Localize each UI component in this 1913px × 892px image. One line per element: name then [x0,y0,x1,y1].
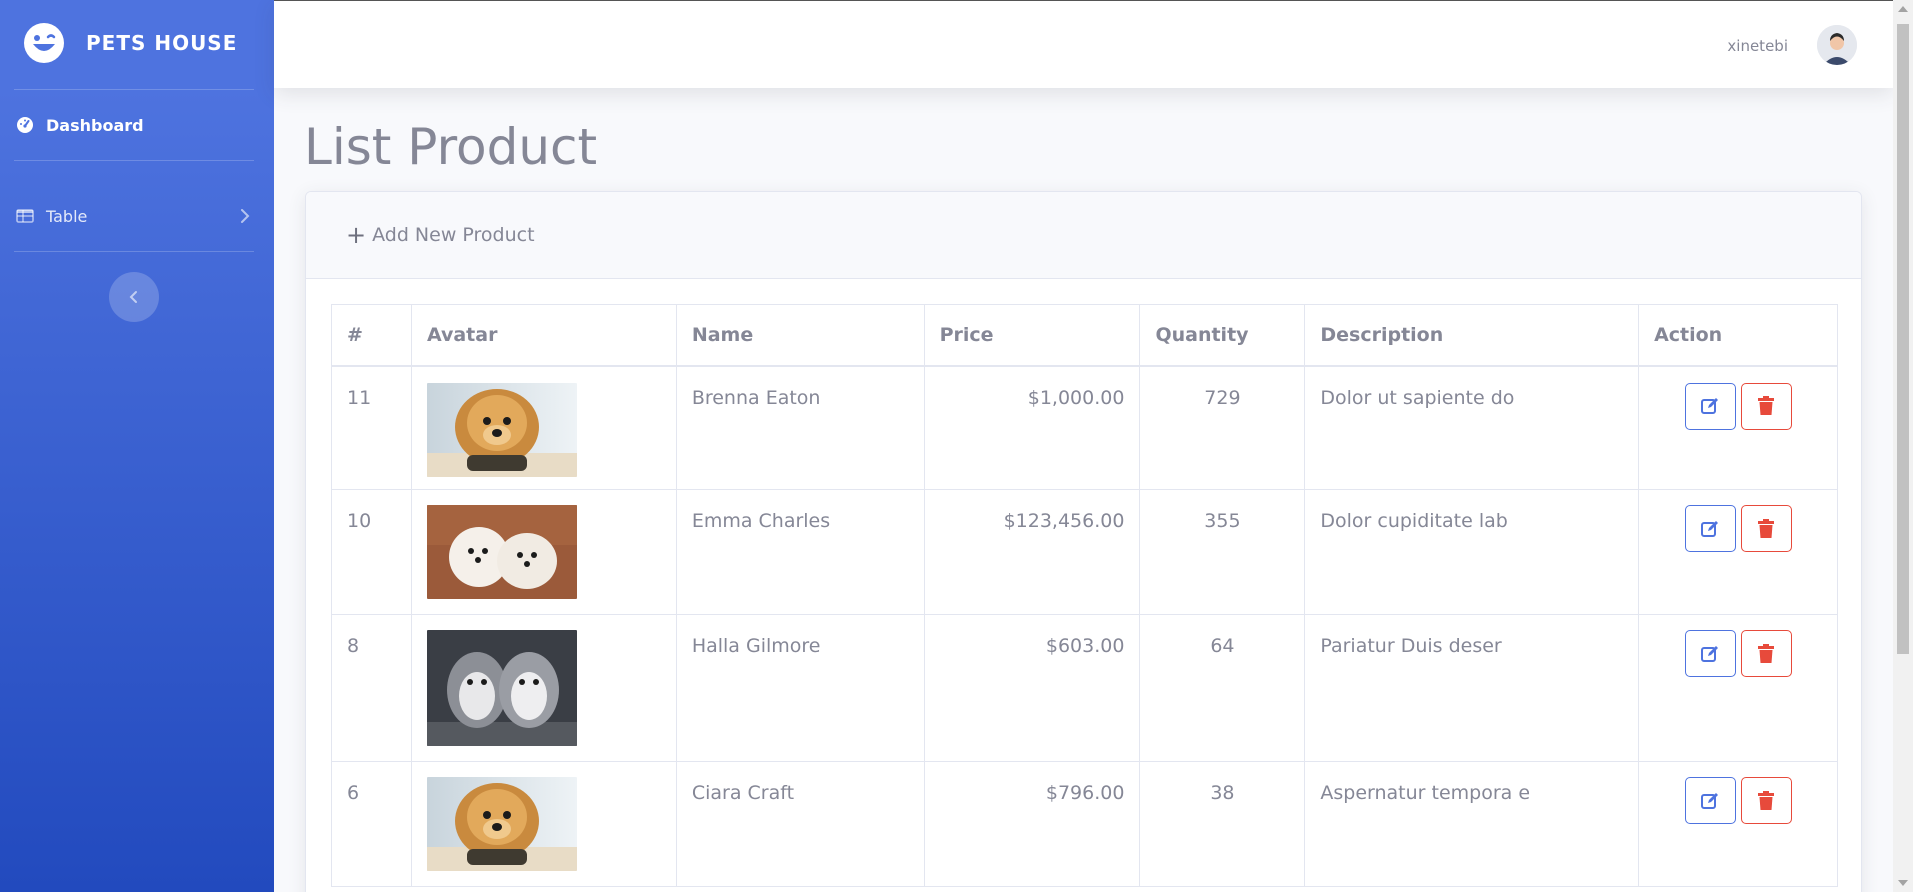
user-avatar-icon [1817,25,1857,65]
pomeranian-image [426,382,577,477]
cell-name: Brenna Eaton [675,365,925,490]
add-product-button[interactable]: + Add New Product [346,221,535,249]
edit-button[interactable] [1684,505,1736,552]
avatar[interactable] [1817,25,1857,65]
cell-price: $123,456.00 [923,489,1141,615]
trash-icon [1758,643,1775,663]
delete-button[interactable] [1740,505,1792,552]
column-header-description: Description [1304,304,1640,367]
column-header-avatar: Avatar [410,304,677,367]
table-row: 11 Brenna Eaton $1,000.00 729 Dolor ut s… [331,365,1838,490]
edit-button[interactable] [1684,777,1736,824]
cell-quantity: 729 [1139,365,1306,490]
edit-icon [1701,398,1719,414]
column-header-quantity: Quantity [1139,304,1306,367]
cell-action [1638,761,1838,887]
edit-button[interactable] [1684,382,1736,430]
column-header-name: Name [675,304,925,367]
delete-button[interactable] [1740,777,1792,824]
brand[interactable]: PETS HOUSE [0,0,274,88]
sidebar-item-label: Table [46,206,88,226]
product-card: + Add New Product # Avatar Name Price Qu… [305,191,1862,892]
sidebar: PETS HOUSE Dashboard Table [0,0,274,892]
cell-avatar [410,761,677,887]
user-name[interactable]: xinetebi [1727,37,1788,55]
cell-id: 8 [331,614,412,762]
cell-price: $796.00 [923,761,1141,887]
cell-description: Pariatur Duis deser [1304,614,1640,762]
white-puppies-image [426,505,577,599]
pomeranian-image [426,777,577,871]
edit-button[interactable] [1684,630,1736,677]
cell-price: $603.00 [923,614,1141,762]
sidebar-divider [14,89,254,90]
card-header: + Add New Product [306,192,1861,279]
brand-name: PETS HOUSE [86,31,238,55]
scroll-thumb[interactable] [1897,24,1909,654]
chevron-right-icon [241,209,250,223]
tachometer-icon [17,117,33,133]
cell-price: $1,000.00 [923,365,1141,490]
cell-avatar [410,614,677,762]
product-table: # Avatar Name Price Quantity Description… [331,304,1838,887]
trash-icon [1758,396,1775,415]
cell-description: Dolor cupiditate lab [1304,489,1640,615]
table-row: 8 Halla Gilmore $603.00 64 Pariatur Duis… [331,614,1838,762]
cell-quantity: 38 [1139,761,1306,887]
laugh-wink-icon [24,23,64,63]
delete-button[interactable] [1740,630,1792,677]
scroll-down-icon[interactable] [1898,880,1908,886]
column-header-id: # [331,304,412,367]
add-product-label: Add New Product [372,224,535,246]
edit-icon [1701,645,1719,662]
cell-description: Aspernatur tempora e [1304,761,1640,887]
column-header-action: Action [1638,304,1838,367]
scroll-up-icon[interactable] [1898,6,1908,12]
topbar: xinetebi [274,0,1893,88]
trash-icon [1758,518,1775,538]
sidebar-item-dashboard[interactable]: Dashboard [0,105,274,145]
sidebar-item-table[interactable]: Table [0,196,274,236]
cell-description: Dolor ut sapiente do [1304,365,1640,490]
table-icon [16,209,34,223]
cell-name: Emma Charles [675,489,925,615]
cell-id: 10 [331,489,412,615]
cell-action [1638,489,1838,615]
edit-icon [1701,792,1719,809]
scrollbar[interactable] [1893,0,1913,892]
edit-icon [1701,520,1719,537]
cell-avatar [410,365,677,490]
table-row: 6 Ciara Craft $796.00 38 Aspernatur temp… [331,761,1838,887]
column-header-price: Price [923,304,1141,367]
table-row: 10 Emma Charles $123,456.00 355 Dolor cu… [331,489,1838,615]
cell-id: 6 [331,761,412,887]
sidebar-item-label: Dashboard [46,115,144,135]
husky-puppies-image [426,630,577,746]
cell-avatar [410,489,677,615]
cell-action [1638,614,1838,762]
sidebar-toggle-button[interactable] [109,272,159,322]
plus-icon: + [346,221,367,249]
chevron-left-icon [129,291,137,303]
cell-id: 11 [331,365,412,490]
delete-button[interactable] [1740,382,1792,430]
sidebar-divider [14,160,254,161]
cell-name: Ciara Craft [675,761,925,887]
cell-quantity: 355 [1139,489,1306,615]
cell-action [1638,365,1838,490]
cell-quantity: 64 [1139,614,1306,762]
trash-icon [1758,790,1775,810]
cell-name: Halla Gilmore [675,614,925,762]
sidebar-divider [14,251,254,252]
table-header-row: # Avatar Name Price Quantity Description… [331,304,1838,367]
page-title: List Product [304,118,598,176]
